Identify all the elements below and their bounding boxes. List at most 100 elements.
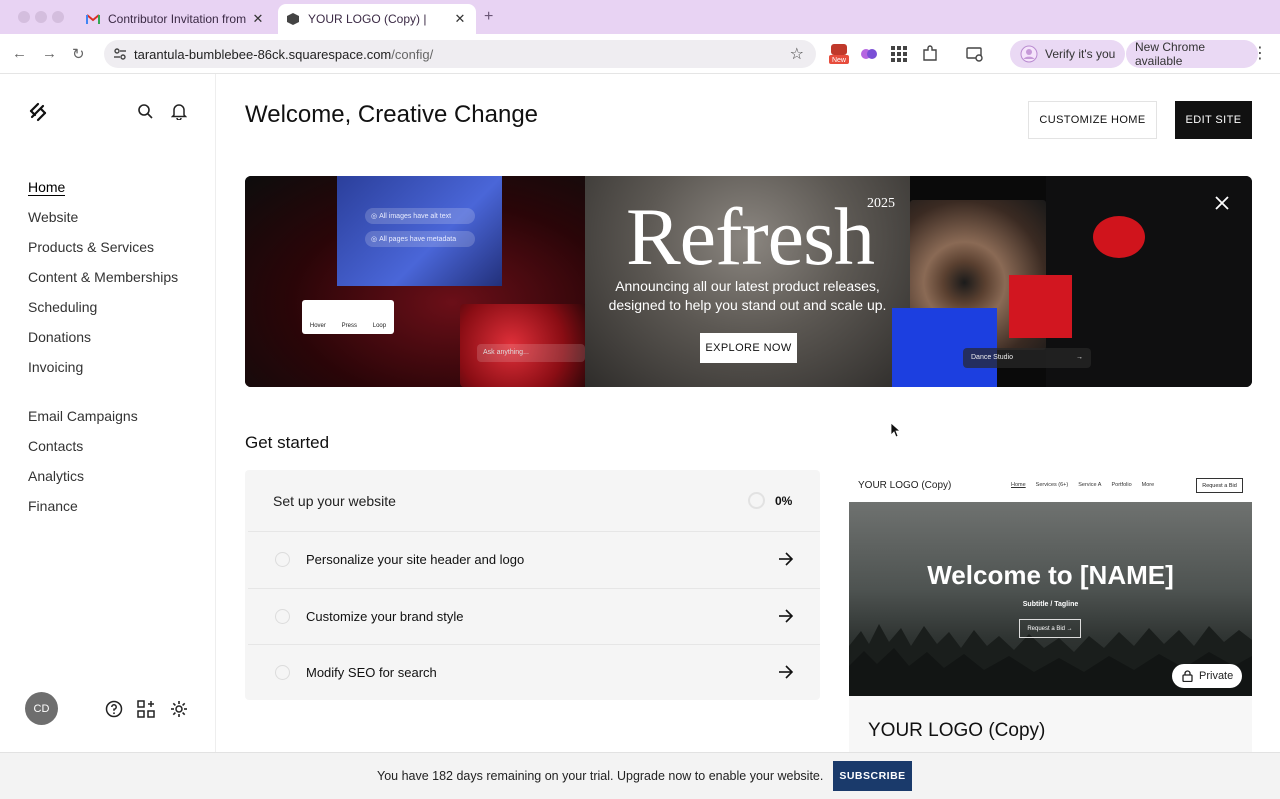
cube-icon	[286, 12, 300, 26]
reload-icon[interactable]: ↻	[72, 45, 85, 63]
new-tab-button[interactable]: +	[484, 8, 493, 26]
task-status-circle	[275, 665, 290, 680]
url-text: tarantula-bumblebee-86ck.squarespace.com…	[134, 47, 434, 62]
preview-hero-cta: Request a Bid →	[1019, 619, 1081, 638]
bookmark-star-icon[interactable]: ☆	[790, 44, 804, 64]
mouse-cursor-icon	[890, 422, 900, 438]
close-icon[interactable]	[1215, 196, 1229, 210]
task-label: Customize your brand style	[306, 609, 464, 624]
edit-site-button[interactable]: EDIT SITE	[1175, 101, 1252, 139]
banner-ask-field: Ask anything...	[477, 344, 585, 362]
preview-hero-title: Welcome to [NAME]	[927, 560, 1174, 590]
banner-dance-studio-chip: Dance Studio →	[963, 348, 1091, 368]
setup-website-card: Set up your website 0% Personalize your …	[245, 470, 820, 700]
sidebar-item-home[interactable]: Home	[28, 178, 178, 208]
browser-toolbar: ← → ↻ tarantula-bumblebee-86ck.squarespa…	[0, 34, 1280, 74]
banner-year: 2025	[867, 196, 895, 211]
sidebar-item-products-services[interactable]: Products & Services	[28, 238, 178, 268]
bell-icon[interactable]	[171, 102, 187, 120]
apps-add-icon[interactable]	[137, 700, 155, 718]
sidebar-item-scheduling[interactable]: Scheduling	[28, 298, 178, 328]
window-zoom-control[interactable]	[52, 11, 64, 23]
browser-tab-gmail[interactable]: Contributor Invitation from El ✕	[76, 4, 274, 34]
sidebar-item-website[interactable]: Website	[28, 208, 178, 238]
extension-brain-icon[interactable]	[860, 45, 878, 63]
squarespace-logo-icon[interactable]	[28, 102, 48, 122]
window-minimize-control[interactable]	[35, 11, 47, 23]
private-badge[interactable]: Private	[1172, 664, 1242, 688]
chrome-update-button[interactable]: New Chrome available	[1126, 40, 1258, 68]
subscribe-button[interactable]: SUBSCRIBE	[833, 761, 912, 791]
banner-subtitle: Announcing all our latest product releas…	[608, 278, 887, 313]
sidebar-item-donations[interactable]: Donations	[28, 328, 178, 358]
tab-title: YOUR LOGO (Copy) |	[308, 12, 427, 26]
get-started-heading: Get started	[245, 433, 330, 452]
sidebar-item-invoicing[interactable]: Invoicing	[28, 358, 178, 388]
preview-site-header: YOUR LOGO (Copy) Home Services (6+) Serv…	[849, 470, 1252, 502]
tab-close-icon[interactable]: ✕	[452, 11, 468, 27]
task-label: Personalize your site header and logo	[306, 552, 525, 567]
tab-close-icon[interactable]: ✕	[250, 11, 266, 27]
primary-nav: Home Website Products & Services Content…	[28, 178, 178, 527]
preview-site-name: YOUR LOGO (Copy)	[868, 720, 1046, 741]
browser-tab-bar: Contributor Invitation from El ✕ YOUR LO…	[0, 0, 1280, 34]
sidebar: Home Website Products & Services Content…	[0, 74, 216, 752]
preview-request-bid-button: Request a Bid	[1196, 478, 1243, 493]
setup-card-title: Set up your website	[273, 493, 396, 509]
explore-now-button[interactable]: EXPLORE NOW	[700, 333, 797, 363]
help-icon[interactable]	[105, 700, 123, 718]
arrow-right-icon	[779, 552, 794, 566]
gmail-icon	[86, 13, 100, 25]
arrow-right-icon	[779, 609, 794, 623]
lock-icon	[1182, 670, 1193, 682]
alt-text-chip: ◎ All images have alt text	[365, 208, 475, 224]
preview-logo-text: YOUR LOGO (Copy)	[858, 480, 952, 491]
trial-notice-bar: You have 182 days remaining on your tria…	[0, 752, 1280, 799]
sidebar-item-contacts[interactable]: Contacts	[28, 437, 178, 467]
metadata-chip: ◎ All pages have metadata	[365, 231, 475, 247]
profile-avatar-icon	[1020, 45, 1038, 63]
preview-nav: Home Services (6+) Service A Portfolio M…	[1011, 482, 1155, 488]
progress-percent: 0%	[775, 494, 793, 508]
sidebar-item-analytics[interactable]: Analytics	[28, 467, 178, 497]
page-title: Welcome, Creative Change	[245, 101, 539, 128]
verify-identity-button[interactable]: Verify it's you	[1010, 40, 1126, 68]
arrow-right-icon	[779, 665, 794, 679]
user-avatar[interactable]: CD	[25, 692, 58, 725]
refresh-promo-banner: ◎ All images have alt text ◎ All pages h…	[245, 176, 1252, 387]
browser-menu-icon[interactable]: ⋮	[1252, 43, 1268, 63]
extension-new-icon[interactable]: New	[829, 43, 849, 65]
banner-blue-panel: ◎ All images have alt text ◎ All pages h…	[337, 176, 502, 286]
preview-hero-subtitle: Subtitle / Tagline	[1022, 601, 1079, 608]
sidebar-item-finance[interactable]: Finance	[28, 497, 178, 527]
task-brand-style[interactable]: Customize your brand style	[248, 588, 820, 643]
task-personalize-header[interactable]: Personalize your site header and logo	[248, 531, 820, 586]
browser-tab-squarespace[interactable]: YOUR LOGO (Copy) | ✕	[278, 4, 476, 34]
task-modify-seo[interactable]: Modify SEO for search	[248, 644, 820, 699]
forward-arrow-icon[interactable]: →	[42, 45, 57, 62]
window-close-control[interactable]	[18, 11, 30, 23]
task-status-circle	[275, 609, 290, 624]
banner-red-shape	[1093, 216, 1145, 258]
progress-ring	[748, 492, 765, 509]
back-arrow-icon[interactable]: ←	[12, 45, 27, 62]
sidebar-item-email-campaigns[interactable]: Email Campaigns	[28, 407, 178, 437]
banner-hover-card: Hover Press Loop	[302, 300, 394, 334]
task-label: Modify SEO for search	[306, 665, 437, 680]
tab-title: Contributor Invitation from El	[108, 12, 250, 26]
cast-media-icon[interactable]	[966, 45, 984, 63]
search-icon[interactable]	[137, 103, 153, 119]
trial-message: You have 182 days remaining on your tria…	[377, 769, 824, 783]
sidebar-item-content-memberships[interactable]: Content & Memberships	[28, 268, 178, 298]
customize-home-button[interactable]: CUSTOMIZE HOME	[1028, 101, 1157, 139]
banner-red-square	[1009, 275, 1072, 338]
settings-gear-icon[interactable]	[170, 700, 188, 718]
banner-headline: Refresh	[625, 191, 875, 282]
site-settings-icon[interactable]	[112, 46, 128, 62]
apps-grid-icon[interactable]	[890, 45, 908, 63]
address-bar[interactable]: tarantula-bumblebee-86ck.squarespace.com…	[104, 40, 816, 68]
site-preview-card[interactable]: YOUR LOGO (Copy) Home Services (6+) Serv…	[849, 470, 1252, 752]
svg-text:New: New	[832, 57, 847, 64]
extensions-puzzle-icon[interactable]	[921, 45, 939, 63]
task-status-circle	[275, 552, 290, 567]
